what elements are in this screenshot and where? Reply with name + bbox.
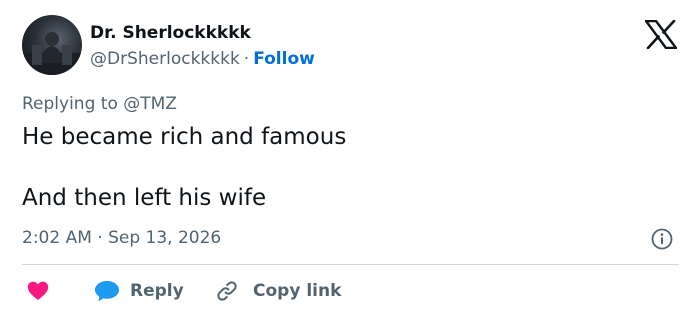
copy-link-label: Copy link: [253, 281, 342, 301]
replying-to[interactable]: Replying to @TMZ: [22, 94, 177, 114]
follow-button[interactable]: Follow: [253, 49, 315, 69]
heart-icon[interactable]: [27, 281, 49, 301]
reply-label: Reply: [130, 281, 184, 301]
avatar[interactable]: [22, 15, 82, 75]
divider: [22, 264, 679, 265]
tweet-text-line: And then left his wife: [22, 185, 267, 211]
separator-dot: ·: [243, 49, 250, 69]
tweet-timestamp[interactable]: 2:02 AM · Sep 13, 2026: [22, 228, 221, 248]
author-handle[interactable]: @DrSherlockkkkk: [90, 49, 240, 69]
author-handle-line: @DrSherlockkkkk · Follow: [90, 49, 315, 69]
copy-link-button[interactable]: Copy link: [215, 278, 341, 304]
reply-button[interactable]: Reply: [94, 278, 184, 304]
link-icon: [217, 281, 237, 301]
info-icon[interactable]: [651, 228, 673, 250]
tweet-text-line: He became rich and famous: [22, 124, 347, 150]
x-logo-icon[interactable]: [644, 19, 678, 50]
speech-bubble-icon: [95, 281, 119, 302]
author-display-name[interactable]: Dr. Sherlockkkkk: [90, 23, 251, 43]
action-bar: Reply Copy link: [22, 278, 679, 304]
